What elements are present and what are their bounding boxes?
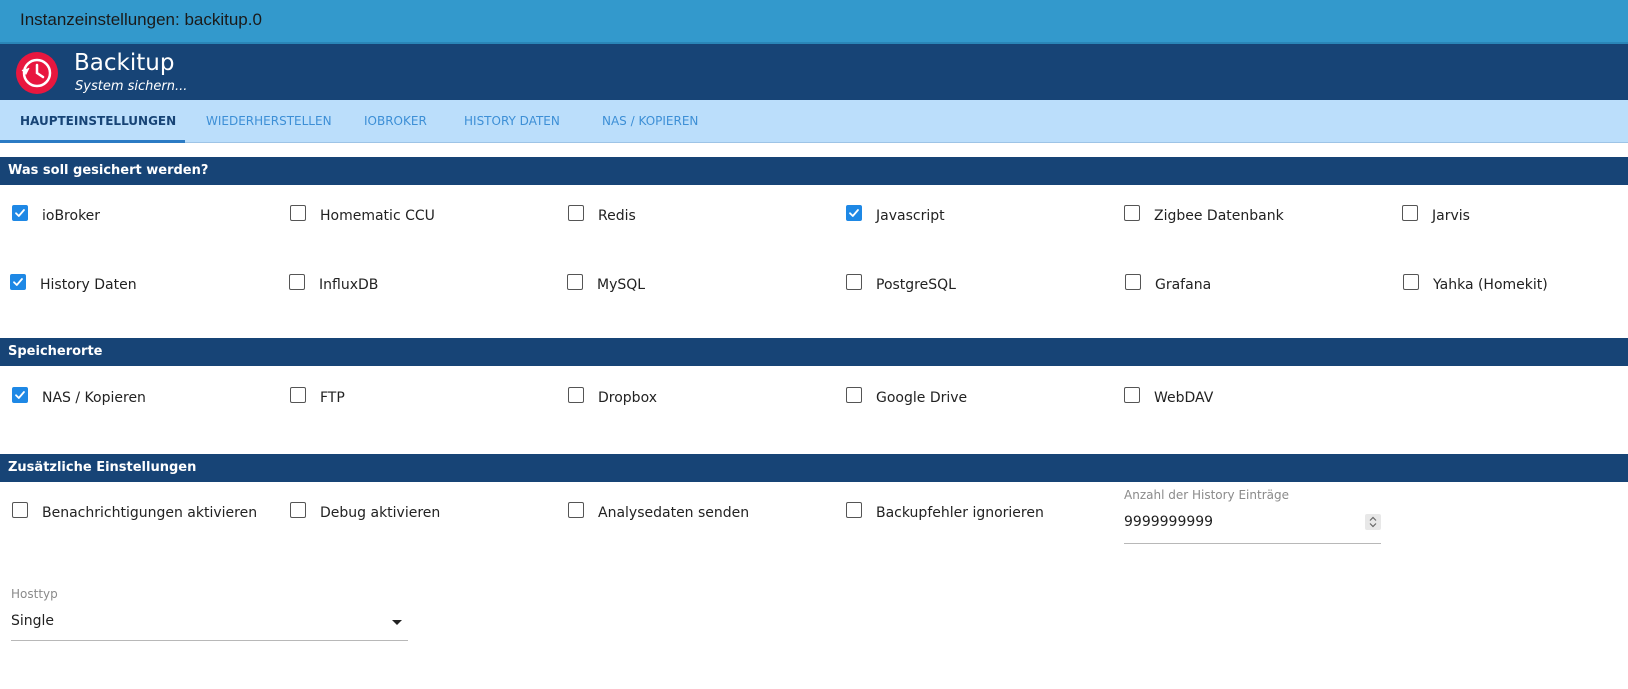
checkbox-backupfehler[interactable]: Backupfehler ignorieren (846, 502, 1044, 521)
tab-history-daten[interactable]: HISTORY DATEN (464, 100, 560, 142)
checkbox-box[interactable] (1403, 274, 1419, 290)
checkbox-label: Homematic CCU (320, 208, 435, 224)
checkbox-label: Javascript (876, 208, 945, 224)
checkbox-grafana[interactable]: Grafana (1125, 274, 1212, 293)
checkbox-label: Grafana (1155, 277, 1212, 293)
section-title: Zusätzliche Einstellungen (8, 460, 197, 475)
checkbox-box[interactable] (568, 387, 584, 403)
active-tab-indicator (0, 140, 185, 143)
hosttype-underline (11, 640, 408, 641)
checkbox-label: Yahka (Homekit) (1433, 277, 1548, 293)
checkbox-label: InfluxDB (319, 277, 379, 293)
checkbox-label: History Daten (40, 277, 137, 293)
checkbox-benachrichtigungen[interactable]: Benachrichtigungen aktivieren (12, 502, 258, 521)
hosttype-label: Hosttyp (11, 587, 58, 601)
checkbox-box[interactable] (12, 502, 28, 518)
checkbox-box[interactable] (568, 205, 584, 221)
section-title: Was soll gesichert werden? (8, 163, 209, 178)
app-name: Backitup (74, 50, 175, 76)
checkbox-box[interactable] (12, 387, 28, 403)
checkbox-yahka-homekit[interactable]: Yahka (Homekit) (1403, 274, 1548, 293)
checkbox-label: ioBroker (42, 208, 101, 224)
checkbox-dropbox[interactable]: Dropbox (568, 387, 657, 406)
checkbox-webdav[interactable]: WebDAV (1124, 387, 1214, 406)
checkbox-label: Debug aktivieren (320, 505, 441, 521)
checkbox-label: Dropbox (598, 390, 657, 406)
checkbox-box[interactable] (846, 387, 862, 403)
checkbox-box[interactable] (290, 387, 306, 403)
checkbox-box[interactable] (1125, 274, 1141, 290)
tab-bar: HAUPTEINSTELLUNGEN WIEDERHERSTELLEN IOBR… (0, 100, 1628, 143)
number-spinner-icon[interactable] (1365, 514, 1381, 530)
checkbox-box[interactable] (290, 502, 306, 518)
section-header-backup: Was soll gesichert werden? (0, 157, 1628, 185)
section-title: Speicherorte (8, 344, 103, 359)
checkbox-box[interactable] (568, 502, 584, 518)
checkbox-box[interactable] (846, 205, 862, 221)
checkbox-label: Jarvis (1432, 208, 1470, 224)
hosttype-select[interactable]: Single (11, 613, 391, 629)
checkbox-label: FTP (320, 390, 345, 406)
checkbox-mysql[interactable]: MySQL (567, 274, 646, 293)
checkbox-label: PostgreSQL (876, 277, 956, 293)
checkbox-javascript[interactable]: Javascript (846, 205, 945, 224)
checkbox-box[interactable] (10, 274, 26, 290)
dropdown-arrow-icon[interactable] (392, 620, 402, 625)
checkbox-history-daten[interactable]: History Daten (10, 274, 137, 293)
tab-nas-kopieren[interactable]: NAS / KOPIEREN (602, 100, 698, 142)
checkbox-label: Analysedaten senden (598, 505, 750, 521)
checkbox-homematic-ccu[interactable]: Homematic CCU (290, 205, 435, 224)
history-count-label: Anzahl der History Einträge (1124, 488, 1289, 502)
checkbox-label: Redis (598, 208, 636, 224)
checkbox-box[interactable] (290, 205, 306, 221)
checkbox-label: Backupfehler ignorieren (876, 505, 1044, 521)
app-subtitle: System sichern... (75, 79, 188, 94)
checkbox-debug[interactable]: Debug aktivieren (290, 502, 441, 521)
checkbox-box[interactable] (846, 274, 862, 290)
checkbox-box[interactable] (846, 502, 862, 518)
section-header-storage: Speicherorte (0, 338, 1628, 366)
tab-wiederherstellen[interactable]: WIEDERHERSTELLEN (206, 100, 332, 142)
history-count-input[interactable]: 9999999999 (1124, 514, 1360, 530)
checkbox-label: Google Drive (876, 390, 968, 406)
window-title: Instanzeinstellungen: backitup.0 (20, 10, 262, 29)
checkbox-box[interactable] (567, 274, 583, 290)
tab-iobroker[interactable]: IOBROKER (364, 100, 427, 142)
checkbox-label: NAS / Kopieren (42, 390, 146, 406)
window-titlebar: Instanzeinstellungen: backitup.0 (0, 0, 1628, 44)
section-header-additional: Zusätzliche Einstellungen (0, 454, 1628, 482)
tab-haupteinstellungen[interactable]: HAUPTEINSTELLUNGEN (20, 100, 176, 142)
app-header: Backitup System sichern... (0, 44, 1628, 100)
checkbox-iobroker[interactable]: ioBroker (12, 205, 101, 224)
checkbox-box[interactable] (1124, 205, 1140, 221)
checkbox-jarvis[interactable]: Jarvis (1402, 205, 1470, 224)
checkbox-analysedaten[interactable]: Analysedaten senden (568, 502, 750, 521)
checkbox-zigbee-datenbank[interactable]: Zigbee Datenbank (1124, 205, 1284, 224)
checkbox-label: Benachrichtigungen aktivieren (42, 505, 258, 521)
history-count-underline (1124, 543, 1381, 544)
checkbox-box[interactable] (1124, 387, 1140, 403)
checkbox-label: MySQL (597, 277, 646, 293)
checkbox-influxdb[interactable]: InfluxDB (289, 274, 379, 293)
backup-clock-icon (16, 52, 58, 94)
checkbox-label: Zigbee Datenbank (1154, 208, 1284, 224)
checkbox-ftp[interactable]: FTP (290, 387, 345, 406)
checkbox-box[interactable] (1402, 205, 1418, 221)
checkbox-label: WebDAV (1154, 390, 1214, 406)
checkbox-box[interactable] (12, 205, 28, 221)
checkbox-redis[interactable]: Redis (568, 205, 636, 224)
checkbox-google-drive[interactable]: Google Drive (846, 387, 968, 406)
checkbox-postgresql[interactable]: PostgreSQL (846, 274, 956, 293)
checkbox-nas-kopieren[interactable]: NAS / Kopieren (12, 387, 146, 406)
checkbox-box[interactable] (289, 274, 305, 290)
